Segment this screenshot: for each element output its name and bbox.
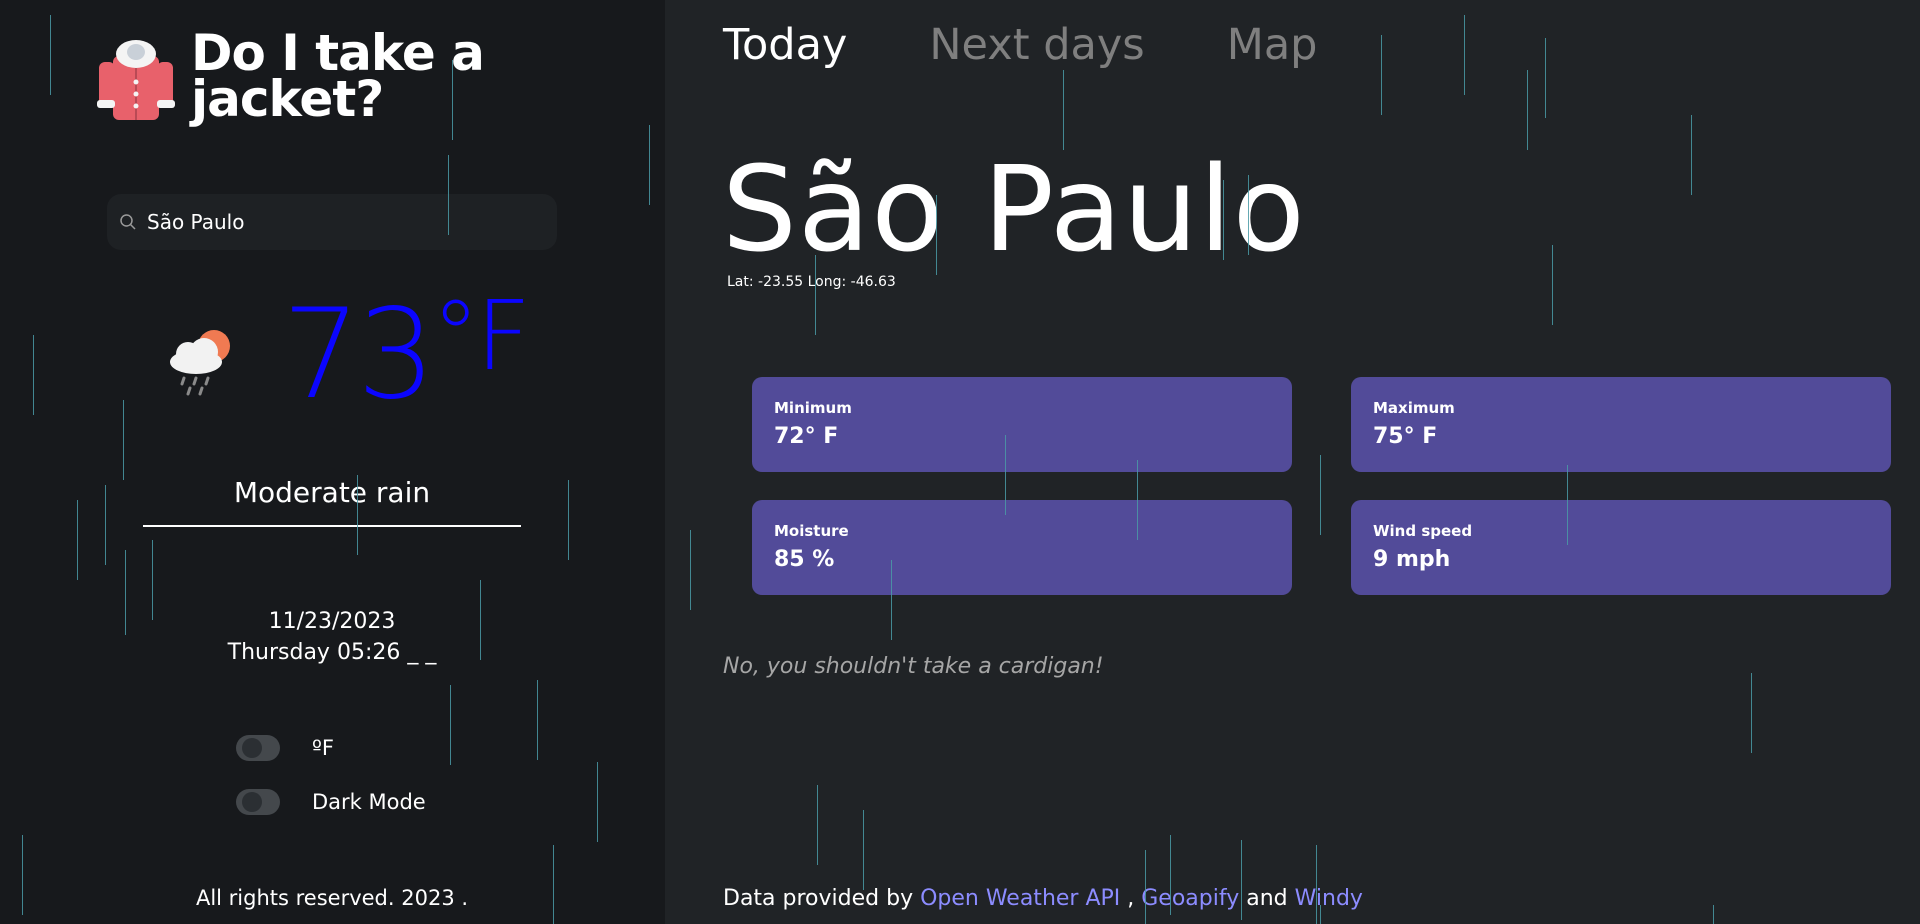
copyright: All rights reserved. 2023 . bbox=[195, 886, 469, 910]
stat-card-minimum: Minimum 72° F bbox=[752, 377, 1292, 472]
stat-label: Minimum bbox=[774, 399, 852, 417]
current-weather: 73 °F bbox=[160, 280, 531, 430]
tab-map[interactable]: Map bbox=[1227, 20, 1318, 70]
weather-description: Moderate rain bbox=[143, 476, 521, 527]
jacket-advice: No, you shouldn't take a cardigan! bbox=[723, 654, 1104, 679]
stat-label: Maximum bbox=[1373, 399, 1455, 417]
search-box[interactable] bbox=[107, 194, 557, 250]
stat-value: 9 mph bbox=[1373, 547, 1451, 572]
search-icon bbox=[120, 214, 136, 230]
stat-value: 72° F bbox=[774, 424, 839, 449]
main-panel: Today Next days Map São Paulo Lat: -23.5… bbox=[665, 0, 1920, 924]
sidebar: Do I take a jacket? 73 bbox=[0, 0, 665, 924]
stat-card-moisture: Moisture 85 % bbox=[752, 500, 1292, 595]
credits-separator: and bbox=[1239, 886, 1295, 911]
stat-label: Moisture bbox=[774, 522, 849, 540]
geoapify-link[interactable]: Geoapify bbox=[1141, 886, 1239, 911]
tab-next-days[interactable]: Next days bbox=[929, 20, 1144, 70]
city-coordinates: Lat: -23.55 Long: -46.63 bbox=[727, 274, 896, 290]
app: Do I take a jacket? 73 bbox=[0, 0, 1920, 924]
credits-prefix: Data provided by bbox=[723, 886, 921, 911]
credits-separator: , bbox=[1120, 886, 1142, 911]
dark-mode-toggle-row: Dark Mode bbox=[236, 789, 426, 815]
unit-toggle-label: ºF bbox=[312, 736, 334, 760]
tab-bar: Today Next days Map bbox=[723, 20, 1399, 70]
dark-mode-label: Dark Mode bbox=[312, 790, 426, 814]
stat-value: 75° F bbox=[1373, 424, 1438, 449]
unit-toggle-row: ºF bbox=[236, 735, 334, 761]
stat-card-maximum: Maximum 75° F bbox=[1351, 377, 1891, 472]
app-title: Do I take a jacket? bbox=[191, 24, 485, 128]
stat-value: 85 % bbox=[774, 547, 835, 572]
windy-link[interactable]: Windy bbox=[1295, 886, 1363, 911]
date-time: 11/23/2023 Thursday 05:26 _ _ bbox=[132, 606, 532, 668]
temperature-value: 73 bbox=[282, 283, 436, 427]
current-date: 11/23/2023 bbox=[268, 609, 396, 634]
tab-today[interactable]: Today bbox=[723, 20, 847, 70]
current-temperature: 73 °F bbox=[282, 280, 531, 430]
toggle-knob bbox=[242, 738, 262, 758]
city-name: São Paulo bbox=[722, 140, 1306, 278]
open-weather-link[interactable]: Open Weather API bbox=[920, 886, 1120, 911]
search-input[interactable] bbox=[145, 209, 549, 235]
dark-mode-toggle[interactable] bbox=[236, 789, 280, 815]
toggle-knob bbox=[242, 792, 262, 812]
brand: Do I take a jacket? bbox=[95, 24, 521, 128]
stat-label: Wind speed bbox=[1373, 522, 1473, 540]
stat-card-wind-speed: Wind speed 9 mph bbox=[1351, 500, 1891, 595]
data-credits: Data provided by Open Weather API , Geoa… bbox=[723, 886, 1363, 911]
rain-cloud-sun-icon bbox=[170, 330, 230, 396]
temperature-unit: °F bbox=[431, 280, 531, 392]
jacket-icon bbox=[97, 40, 175, 120]
current-time: Thursday 05:26 _ _ bbox=[227, 640, 437, 665]
unit-toggle[interactable] bbox=[236, 735, 280, 761]
